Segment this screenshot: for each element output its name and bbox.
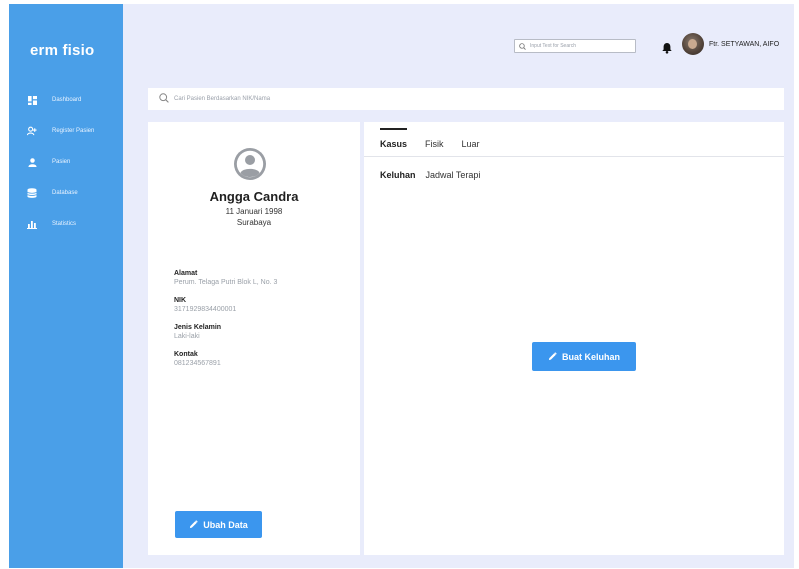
- create-complaint-button[interactable]: Buat Keluhan: [532, 342, 636, 371]
- field-label-kontak: Kontak: [174, 351, 198, 358]
- field-value-jenis-kelamin: Laki-laki: [174, 333, 200, 340]
- add-user-icon: [27, 126, 37, 136]
- brand-logo: erm fisio: [30, 42, 95, 59]
- tab-fisik[interactable]: Fisik: [425, 139, 444, 156]
- patient-city: Surabaya: [236, 218, 272, 227]
- tab-kasus[interactable]: Kasus: [380, 128, 408, 156]
- patient-profile-card: Angga Candra 11 Januari 1998 Surabaya Al…: [148, 122, 360, 555]
- edit-data-button[interactable]: Ubah Data: [175, 511, 262, 538]
- avatar[interactable]: [682, 33, 704, 55]
- edit-data-label: Ubah Data: [203, 519, 248, 530]
- case-tabs: Kasus Fisik Luar: [380, 122, 498, 156]
- search-placeholder: Input Text for Search: [530, 43, 577, 49]
- profile-avatar-icon: [233, 147, 267, 181]
- user-icon: [27, 157, 37, 167]
- search-placeholder: Cari Pasien Berdasarkan NIK/Nama: [174, 96, 271, 102]
- sidebar-item-label: Register Pasien: [52, 128, 95, 134]
- patient-search-input[interactable]: Cari Pasien Berdasarkan NIK/Nama: [148, 88, 784, 110]
- sidebar-item-pasien[interactable]: Pasien: [27, 156, 123, 168]
- field-value-alamat: Perum. Telaga Putri Blok L, No. 3: [174, 279, 278, 286]
- bell-icon[interactable]: [661, 41, 673, 54]
- case-panel: Kasus Fisik Luar Keluhan Jadwal Terapi B…: [364, 122, 784, 555]
- pencil-icon: [548, 352, 557, 361]
- global-search-input[interactable]: Input Text for Search: [514, 39, 636, 53]
- sidebar-item-database[interactable]: Database: [27, 187, 123, 199]
- field-label-nik: NIK: [174, 297, 187, 304]
- sidebar-item-dashboard[interactable]: Dashboard: [27, 94, 123, 106]
- sidebar-item-statistics[interactable]: Statistics: [27, 218, 123, 230]
- field-label-alamat: Alamat: [174, 270, 198, 277]
- bar-chart-icon: [27, 219, 37, 229]
- search-icon: [519, 37, 526, 55]
- sidebar-nav: Dashboard Register Pasien Pasien Databas…: [27, 94, 123, 249]
- tab-luar[interactable]: Luar: [462, 139, 480, 156]
- tab-divider: [364, 156, 784, 157]
- pencil-icon: [189, 520, 198, 529]
- dashboard-icon: [27, 95, 37, 105]
- sidebar-item-label: Database: [52, 190, 78, 196]
- field-value-nik: 3171929834400001: [174, 306, 237, 313]
- sidebar-item-label: Pasien: [52, 159, 71, 165]
- field-value-kontak: 081234567891: [174, 360, 221, 367]
- patient-birth-date: 11 Januari 1998: [225, 207, 283, 216]
- create-complaint-label: Buat Keluhan: [561, 351, 620, 362]
- sidebar-item-label: Dashboard: [52, 97, 82, 103]
- field-label-jenis-kelamin: Jenis Kelamin: [174, 324, 222, 331]
- patient-info: Alamat Perum. Telaga Putri Blok L, No. 3…: [174, 269, 354, 377]
- app-window: erm fisio Dashboard Register Pasien Pasi…: [9, 4, 794, 568]
- sidebar-item-label: Statistics: [52, 221, 77, 227]
- sidebar-item-register-pasien[interactable]: Register Pasien: [27, 125, 123, 137]
- sidebar: erm fisio Dashboard Register Pasien Pasi…: [9, 4, 123, 568]
- case-subtabs: Keluhan Jadwal Terapi: [380, 170, 490, 180]
- subtab-jadwal-terapi[interactable]: Jadwal Terapi: [426, 170, 481, 180]
- user-name[interactable]: Ftr. SETYAWAN, AIFO: [709, 41, 779, 48]
- database-icon: [27, 188, 37, 198]
- subtab-keluhan[interactable]: Keluhan: [380, 170, 416, 180]
- search-icon: [159, 90, 169, 108]
- patient-name: Angga Candra: [209, 189, 299, 204]
